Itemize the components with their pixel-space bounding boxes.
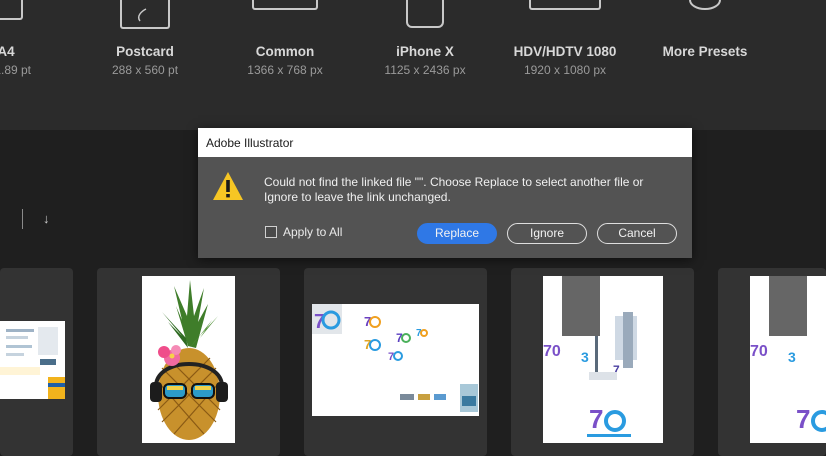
- dialog-title: Adobe Illustrator: [198, 128, 692, 157]
- pineapple-illustration: [150, 280, 228, 440]
- postcard-swirl-icon: [137, 8, 147, 22]
- preset-more-name: More Presets: [662, 44, 748, 59]
- sort-arrow-icon[interactable]: ↓: [43, 211, 50, 226]
- recent-file-card[interactable]: 70 3 7: [718, 268, 826, 456]
- svg-text:3: 3: [581, 349, 589, 365]
- banner-70-illustration-2: 70 3 7: [750, 276, 826, 434]
- spreadsheet-graphic-thumbnail: [0, 321, 65, 399]
- logo-70-landscape-thumbnail: 7 7 7 7 7 7: [312, 304, 479, 416]
- preset-a4-name: A4: [0, 44, 15, 59]
- banner-70-portrait-thumbnail: 70 3 7 7: [543, 276, 663, 443]
- svg-text:7: 7: [796, 404, 810, 434]
- preset-postcard-size: 288 x 560 pt: [111, 63, 179, 77]
- preset-iphone-x-name: iPhone X: [396, 44, 454, 59]
- dialog-message: Could not find the linked file "". Choos…: [264, 175, 644, 204]
- missing-link-dialog: Adobe Illustrator Could not find the lin…: [198, 128, 692, 258]
- preset-hdv-hdtv-size: 1920 x 1080 px: [523, 63, 607, 77]
- logo-70-illustration: 7 7 7 7 7 7: [312, 304, 478, 412]
- svg-text:3: 3: [788, 349, 796, 365]
- document-icon: [0, 0, 23, 20]
- preset-postcard-name: Postcard: [116, 44, 174, 59]
- replace-button[interactable]: Replace: [417, 223, 497, 244]
- phone-icon: [406, 0, 444, 28]
- recent-file-card[interactable]: 7 7 7 7 7 7: [304, 268, 487, 456]
- preset-common-name: Common: [255, 44, 315, 59]
- banner-70-portrait-thumbnail-2: 70 3 7: [750, 276, 826, 443]
- more-presets-icon: [689, 0, 721, 10]
- apply-to-all-checkbox[interactable]: [265, 226, 277, 238]
- preset-a4-size: 841.89 pt: [0, 63, 32, 77]
- toolbar-divider: [22, 209, 23, 229]
- tv-icon: [529, 0, 601, 10]
- preset-common-size: 1366 x 768 px: [247, 63, 323, 77]
- preset-iphone-x-size: 1125 x 2436 px: [384, 63, 466, 77]
- preset-hdv-hdtv-name: HDV/HDTV 1080: [513, 44, 617, 59]
- banner-70-illustration: 70 3 7 7: [543, 276, 637, 437]
- warning-icon: [213, 172, 243, 200]
- screen-icon: [252, 0, 318, 10]
- recent-file-card[interactable]: 70 3 7 7: [511, 268, 694, 456]
- svg-text:7: 7: [589, 404, 603, 434]
- svg-text:70: 70: [543, 343, 561, 360]
- svg-text:70: 70: [750, 343, 768, 360]
- recent-file-card[interactable]: [0, 268, 73, 456]
- postcard-icon: [120, 0, 170, 29]
- recent-file-card[interactable]: [97, 268, 280, 456]
- cancel-button[interactable]: Cancel: [597, 223, 677, 244]
- ignore-button[interactable]: Ignore: [507, 223, 587, 244]
- apply-to-all-label[interactable]: Apply to All: [283, 225, 342, 239]
- presets-panel: A4 841.89 pt Postcard 288 x 560 pt Commo…: [0, 0, 826, 130]
- pineapple-headphones-thumbnail: [142, 276, 235, 443]
